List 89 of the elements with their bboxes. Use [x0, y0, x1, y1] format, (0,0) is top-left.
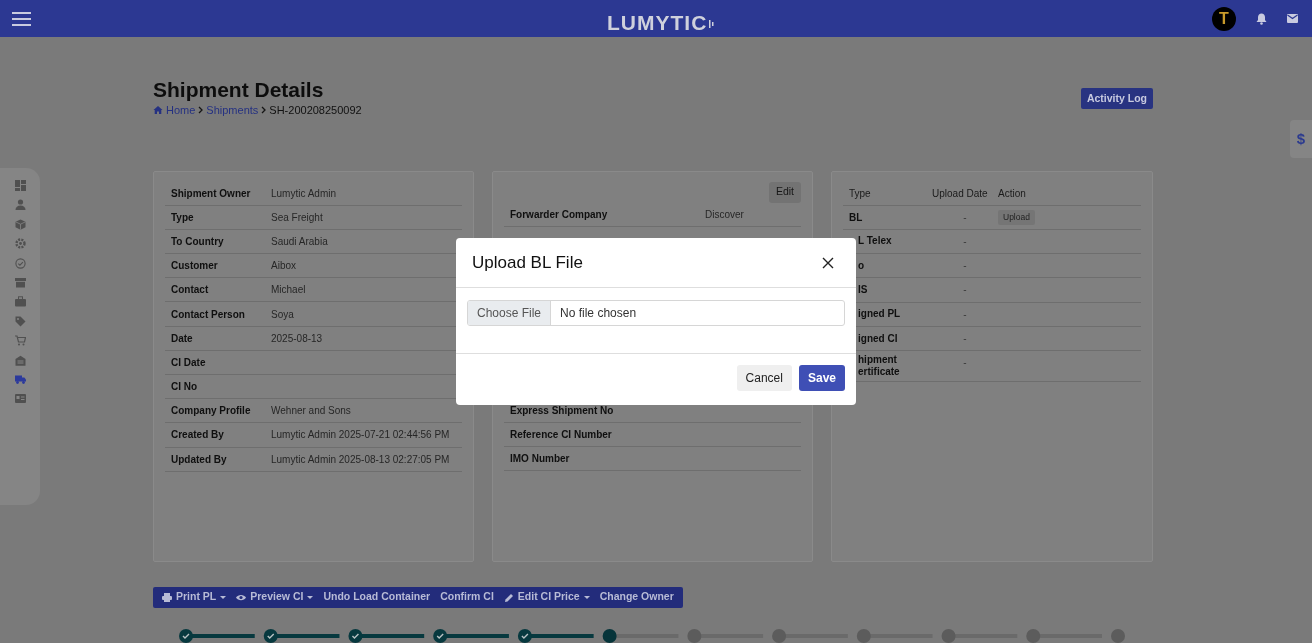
gear-icon[interactable]: [14, 238, 26, 250]
id-card-icon[interactable]: [14, 393, 26, 405]
breadcrumb-current: SH-200208250092: [269, 103, 362, 118]
upload-date: -: [962, 283, 968, 298]
field-label: Reference CI Number: [510, 427, 613, 442]
chevron-icon: [198, 106, 204, 115]
caret-icon: [583, 595, 590, 599]
document-type: o: [857, 259, 866, 272]
file-status: No file chosen: [559, 305, 638, 322]
document-type: hipment ertificate: [857, 354, 901, 379]
upload-button[interactable]: Upload: [998, 209, 1035, 225]
avatar[interactable]: T: [1212, 6, 1236, 31]
truck-icon[interactable]: [14, 373, 26, 385]
briefcase-icon[interactable]: [14, 296, 26, 308]
field-label: Shipment Owner: [171, 186, 252, 201]
archive-icon[interactable]: [14, 276, 26, 288]
field-label: Company Profile: [171, 404, 252, 419]
close-icon[interactable]: [822, 256, 834, 269]
field-label: Express Shipment No: [510, 403, 615, 418]
logo: LUMYTIC: [607, 10, 708, 36]
document-type: IS: [857, 284, 869, 297]
upload-date: -: [962, 259, 968, 274]
field-value: Lumytic Admin: [271, 186, 337, 201]
field-label: Contact Person: [171, 307, 246, 322]
field-value: Sea Freight: [271, 210, 323, 225]
home-icon: [153, 105, 163, 116]
document-type: L Telex: [857, 235, 893, 248]
dashboard-icon[interactable]: [14, 180, 26, 191]
page-title: Shipment Details: [153, 79, 325, 101]
user-icon[interactable]: [14, 199, 26, 211]
toolbar-button[interactable]: Confirm CI: [435, 586, 499, 608]
field-value: Discover: [705, 207, 744, 222]
toolbar-button[interactable]: Print PL: [157, 586, 232, 608]
upload-date: -: [962, 234, 968, 249]
field-value: Lumytic Admin 2025-08-13 02:27:05 PM: [271, 452, 450, 467]
field-label: IMO Number: [510, 451, 571, 466]
upload-date: -: [962, 210, 968, 225]
document-type: igned CI: [857, 332, 899, 345]
field-label: CI Date: [171, 355, 207, 370]
column-header: Action: [998, 186, 1026, 201]
field-label: To Country: [171, 234, 225, 249]
document-type: BL: [849, 210, 864, 225]
field-value: Soya: [271, 307, 294, 322]
caret-icon: [307, 595, 314, 599]
field-value: Aibox: [271, 259, 296, 274]
activity-log-button[interactable]: Activity Log: [1080, 88, 1153, 109]
check-circle-icon[interactable]: [14, 257, 26, 269]
logo-mark-icon: [709, 20, 715, 29]
field-value: Wehner and Sons: [271, 404, 351, 419]
field-value: Lumytic Admin 2025-07-21 02:44:56 PM: [271, 428, 450, 443]
eye-icon: [236, 592, 247, 602]
field-label: Forwarder Company: [510, 207, 609, 222]
field-value: Michael: [271, 283, 306, 298]
choose-file-button[interactable]: Choose File: [468, 301, 552, 325]
toolbar-button[interactable]: Preview CI: [231, 586, 319, 608]
upload-date: -: [962, 356, 968, 371]
field-label: CI No: [171, 380, 199, 395]
field-label: Created By: [171, 428, 225, 443]
toolbar-button[interactable]: Change Owner: [594, 586, 679, 608]
field-label: Date: [171, 331, 194, 346]
field-label: Updated By: [171, 452, 228, 467]
warehouse-icon[interactable]: [14, 354, 26, 366]
chevron-icon: [261, 106, 267, 115]
field-value: 2025-08-13: [271, 331, 323, 346]
upload-date: -: [962, 332, 968, 346]
pencil-icon: [503, 592, 514, 602]
field-value: Saudi Arabia: [271, 234, 328, 249]
file-input[interactable]: Choose File No file chosen: [467, 300, 845, 326]
field-label: Type: [171, 210, 195, 225]
upload-date: -: [962, 307, 968, 322]
bell-icon[interactable]: [1256, 12, 1267, 25]
field-label: Customer: [171, 259, 219, 274]
tag-icon[interactable]: [14, 315, 26, 327]
column-header: Type: [849, 186, 872, 201]
box-icon[interactable]: [14, 218, 26, 230]
modal-title: Upload BL File: [472, 251, 583, 274]
field-label: Contact: [171, 283, 210, 298]
document-type: igned PL: [857, 308, 902, 321]
toolbar-button[interactable]: Undo Load Container: [318, 586, 436, 608]
cart-icon[interactable]: [14, 335, 26, 347]
menu-icon[interactable]: [12, 11, 31, 26]
cancel-button[interactable]: Cancel: [736, 365, 792, 391]
caret-icon: [220, 595, 227, 599]
column-header: Upload Date: [932, 186, 989, 201]
printer-icon: [162, 592, 172, 602]
edit-button[interactable]: Edit: [768, 181, 801, 203]
save-button[interactable]: Save: [798, 365, 845, 391]
mail-icon[interactable]: [1287, 14, 1298, 23]
toolbar-button[interactable]: Edit CI Price: [498, 586, 595, 608]
